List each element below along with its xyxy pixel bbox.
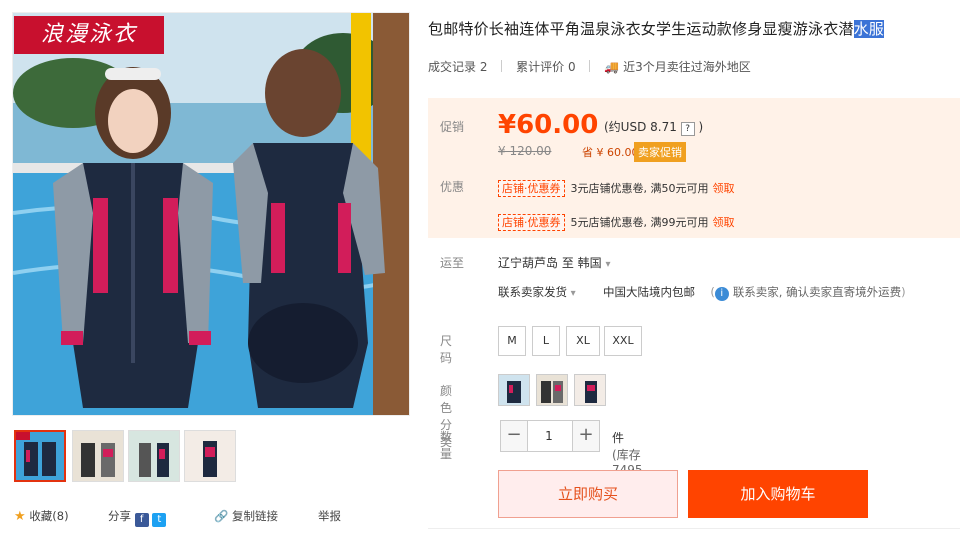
shipping-method-line: 联系卖家发货 ▾ 中国大陆境内包邮 (i 联系卖家, 确认卖家直寄境外运费) xyxy=(498,285,906,301)
claim-coupon-button[interactable]: 领取 xyxy=(713,216,735,229)
quantity-label: 数量 xyxy=(440,430,453,461)
current-price: ¥60.00 xyxy=(498,110,599,140)
size-option-l[interactable]: L xyxy=(532,326,560,356)
shipped-text: 近3个月卖往过海外地区 xyxy=(623,60,751,74)
size-option-m[interactable]: M xyxy=(498,326,526,356)
usd-price-close: ) xyxy=(698,120,704,134)
coupon-item: 店铺·优惠券 3元店铺优惠卷, 满50元可用 领取 xyxy=(498,180,735,197)
sales-label: 成交记录 xyxy=(428,60,477,74)
coupon-tag: 店铺·优惠券 xyxy=(498,180,565,197)
color-option-1[interactable] xyxy=(498,374,530,406)
usd-price: (约USD 8.71 ? ) xyxy=(604,118,703,136)
shipping-method-text: 联系卖家发货 xyxy=(498,285,567,299)
share-bar: ★ 收藏(8) 分享 f t 🔗 复制链接 举报 xyxy=(12,500,408,530)
product-title: 包邮特价长袖连体平角温泉泳衣女学生运动款修身显瘦游泳衣潜水服 xyxy=(428,18,948,39)
size-label: 尺码 xyxy=(440,334,453,365)
shipping-info-text: 联系卖家, 确认卖家直寄境外运费 xyxy=(732,285,902,299)
shipping-destination-text: 辽宁葫芦岛 至 韩国 xyxy=(498,256,602,270)
reviews-label: 累计评价 xyxy=(516,60,565,74)
truck-icon: 🚚 xyxy=(604,60,620,74)
facebook-icon[interactable]: f xyxy=(134,513,149,527)
sales-count[interactable]: 2 xyxy=(480,60,488,74)
product-title-highlight: 水服 xyxy=(853,20,885,38)
main-product-image[interactable] xyxy=(12,12,410,416)
share-group: 分享 f t xyxy=(108,508,167,527)
thumbnail-1[interactable] xyxy=(14,430,66,482)
usd-price-text: (约USD 8.71 xyxy=(604,120,677,134)
promo-label: 促销 xyxy=(440,120,465,134)
reviews-count[interactable]: 0 xyxy=(568,60,576,74)
coupon-text: 3元店铺优惠卷, 满50元可用 xyxy=(570,182,709,195)
shipping-label: 运至 xyxy=(440,256,465,270)
quantity-plus-button[interactable]: + xyxy=(572,420,600,452)
thumbnail-2[interactable] xyxy=(72,430,124,482)
copy-link-button[interactable]: 🔗 复制链接 xyxy=(214,508,278,524)
quantity-input[interactable]: 1 xyxy=(526,420,572,452)
divider xyxy=(428,528,960,529)
size-option-xl[interactable]: XL xyxy=(566,326,600,356)
color-option-3[interactable] xyxy=(574,374,606,406)
product-title-text: 包邮特价长袖连体平角温泉泳衣女学生运动款修身显瘦游泳衣潜 xyxy=(428,20,854,38)
favorite-label: 收藏(8) xyxy=(29,509,69,523)
coupon-item: 店铺·优惠券 5元店铺优惠卷, 满99元可用 领取 xyxy=(498,214,735,231)
discount-label: 优惠 xyxy=(440,180,465,194)
link-icon: 🔗 xyxy=(214,509,229,523)
thumbnail-4[interactable] xyxy=(184,430,236,482)
buy-now-button[interactable]: 立即购买 xyxy=(498,470,678,518)
coupon-tag: 店铺·优惠券 xyxy=(498,214,565,231)
report-link[interactable]: 举报 xyxy=(318,508,341,524)
share-label: 分享 xyxy=(108,509,131,523)
chevron-down-icon: ▾ xyxy=(570,288,576,299)
claim-coupon-button[interactable]: 领取 xyxy=(713,182,735,195)
twitter-icon[interactable]: t xyxy=(152,513,167,527)
color-option-2[interactable] xyxy=(536,374,568,406)
free-shipping-text: 中国大陆境内包邮 xyxy=(603,285,695,299)
thumbnail-3[interactable] xyxy=(128,430,180,482)
seller-promo-badge: 卖家促销 xyxy=(634,142,686,162)
brand-logo-badge: 浪漫泳衣 xyxy=(14,16,164,54)
chevron-down-icon: ▾ xyxy=(605,259,611,270)
add-to-cart-button[interactable]: 加入购物车 xyxy=(688,470,868,518)
price-box: 促销 ¥60.00 (约USD 8.71 ? ) ¥ 120.00 省 ¥ 60… xyxy=(428,98,960,238)
size-option-xxl[interactable]: XXL xyxy=(604,326,642,356)
info-icon: i xyxy=(714,287,729,301)
quantity-unit-text: 件 xyxy=(612,431,625,445)
favorite-button[interactable]: ★ 收藏(8) xyxy=(14,508,69,524)
saving-amount: 省 ¥ 60.00 xyxy=(582,146,639,159)
copy-link-label: 复制链接 xyxy=(231,509,278,523)
star-icon: ★ xyxy=(14,509,26,524)
original-price: ¥ 120.00 xyxy=(498,144,552,158)
product-meta: 成交记录 2 累计评价 0 🚚 近3个月卖往过海外地区 xyxy=(428,58,751,75)
shipping-destination-select[interactable]: 辽宁葫芦岛 至 韩国 ▾ xyxy=(498,254,611,271)
shipping-section: 运至 辽宁葫芦岛 至 韩国 ▾ 联系卖家发货 ▾ 中国大陆境内包邮 (i 联系卖家… xyxy=(428,250,960,310)
quantity-minus-button[interactable]: − xyxy=(500,420,528,452)
help-icon[interactable]: ? xyxy=(680,122,695,136)
shipping-method-select[interactable]: 联系卖家发货 ▾ xyxy=(498,285,576,299)
coupon-text: 5元店铺优惠卷, 满99元可用 xyxy=(570,216,709,229)
